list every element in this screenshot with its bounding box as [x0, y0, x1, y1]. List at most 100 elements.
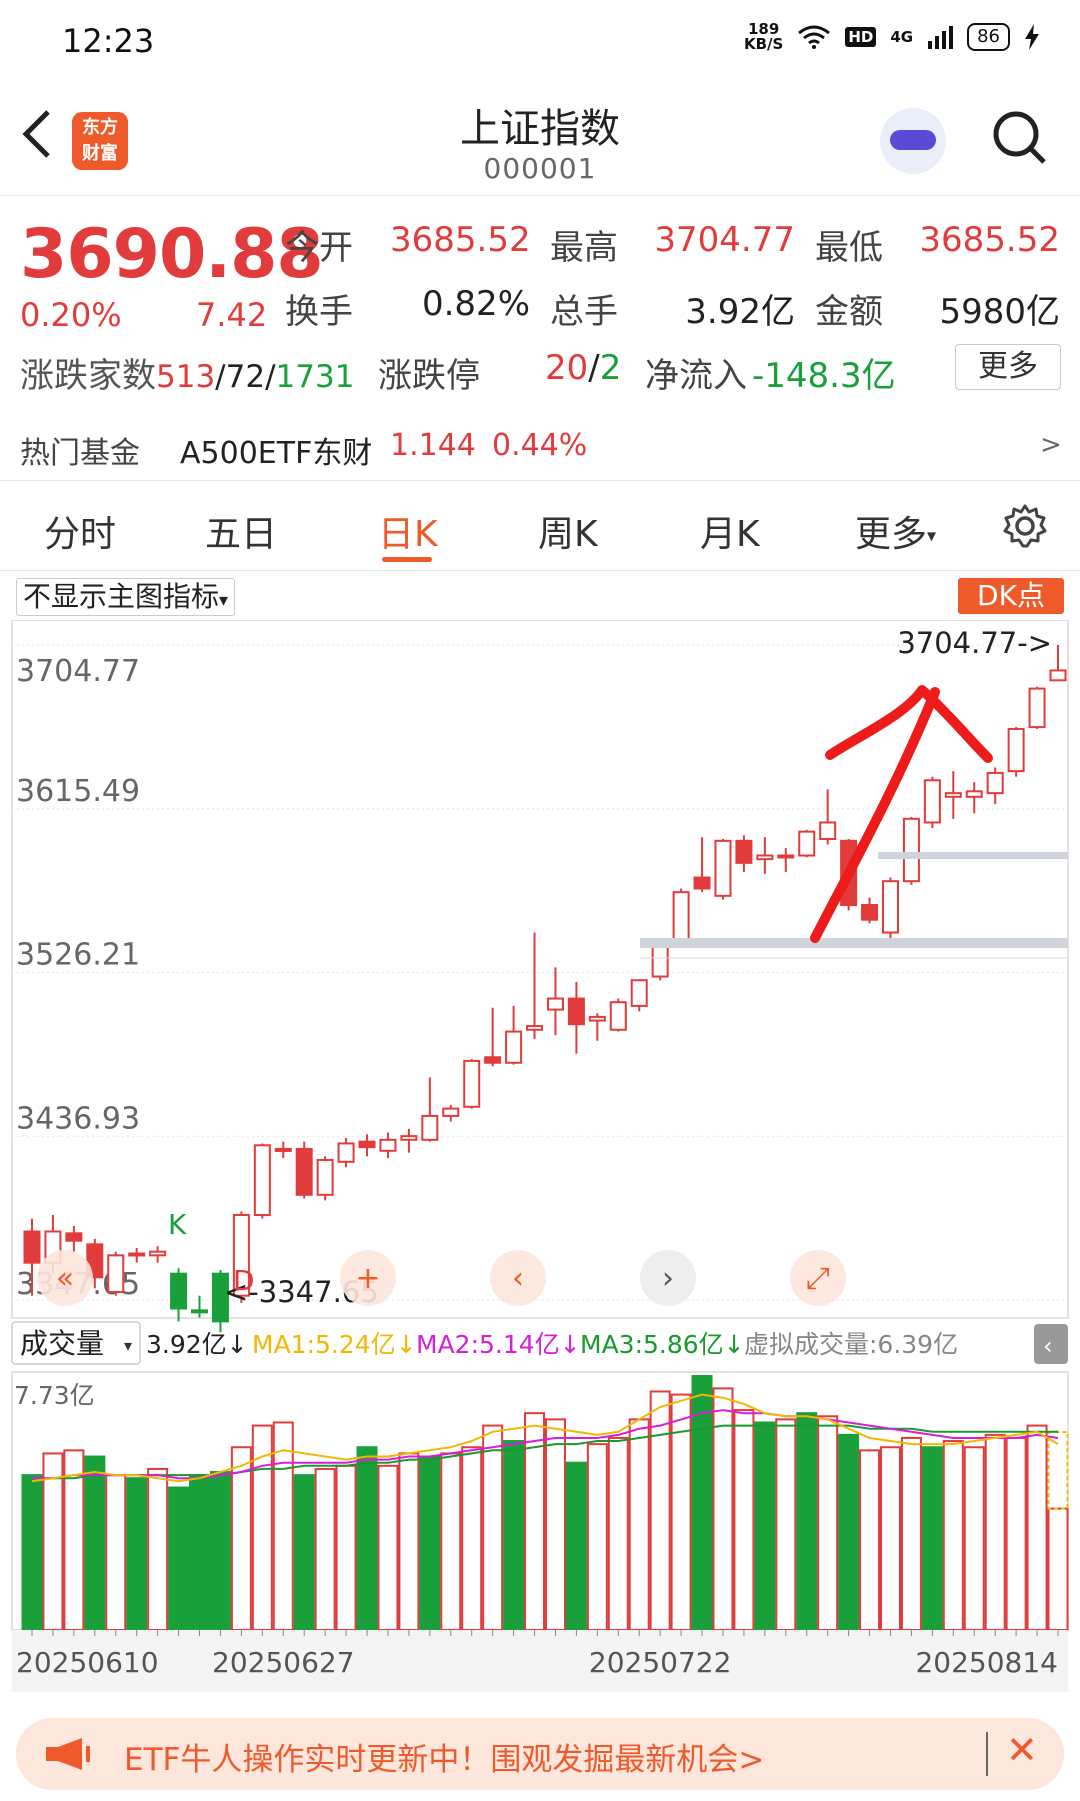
- tab-daily-k[interactable]: 日K: [378, 505, 438, 557]
- low-label: 最低: [815, 228, 883, 268]
- active-tab-indicator: [382, 557, 432, 562]
- candle-body: [379, 1138, 397, 1152]
- hot-fund-row[interactable]: 热门基金 A500ETF东财 1.144 0.44% >: [0, 420, 1080, 481]
- candle-body: [735, 839, 753, 864]
- candle-body: [881, 880, 899, 934]
- volume-bar: [293, 1474, 315, 1631]
- candle-body: [944, 792, 962, 798]
- volume-bar: [838, 1433, 860, 1631]
- chevron-right-icon: >: [1040, 430, 1062, 460]
- scroll-left-icon[interactable]: ‹: [512, 1261, 524, 1296]
- search-button[interactable]: [992, 110, 1046, 164]
- zoom-in-icon[interactable]: +: [355, 1261, 380, 1296]
- zoom-out-icon[interactable]: «: [56, 1261, 74, 1296]
- virtual-volume-legend: 虚拟成交量:6.39亿: [744, 1330, 958, 1359]
- candle-body: [253, 1144, 271, 1216]
- volume-bar: [440, 1452, 462, 1631]
- hot-fund-price: 1.144: [390, 428, 476, 463]
- volume-bar: [84, 1455, 106, 1631]
- candle-body: [986, 771, 1004, 795]
- volume-bar: [921, 1446, 943, 1631]
- candle-body: [400, 1135, 418, 1141]
- volume-bar: [900, 1436, 922, 1632]
- netflow-value: -148.3亿: [752, 356, 896, 396]
- tab-intraday[interactable]: 分时: [44, 505, 116, 557]
- high-value: 3704.77: [654, 220, 795, 260]
- kline-chart[interactable]: 3704.773615.493526.213436.933347.65 3704…: [0, 620, 1080, 1710]
- volume-ma2-legend: MA2:5.14亿↓: [416, 1330, 581, 1359]
- volume-indicator-label: 成交量: [20, 1327, 104, 1360]
- volume-bar: [754, 1421, 776, 1632]
- banner-text: ETF牛人操作实时更新中！围观发掘最新机会>: [124, 1742, 765, 1778]
- open-label: 今开: [285, 228, 353, 268]
- volume-bar: [607, 1436, 629, 1632]
- volume-bar: [209, 1471, 231, 1632]
- caret-down-icon: ▾: [927, 525, 937, 547]
- low-value: 3685.52: [919, 220, 1060, 260]
- app-header: 东方 财富 上证指数 000001: [0, 90, 1080, 196]
- candle-body: [107, 1254, 125, 1294]
- volume-bar: [21, 1474, 43, 1631]
- netflow-label: 净流入: [645, 356, 747, 396]
- network-type: 4G: [890, 28, 914, 46]
- candle-body: [798, 830, 816, 857]
- price-axis-label: 3436.93: [16, 1101, 140, 1136]
- candle-body: [295, 1147, 313, 1196]
- volume-bar: [314, 1467, 336, 1631]
- candle-body: [567, 997, 585, 1026]
- megaphone-icon: [46, 1738, 90, 1770]
- banner-close-button[interactable]: ✕: [1006, 1728, 1038, 1772]
- settings-button[interactable]: [1002, 503, 1048, 553]
- volume-bar: [503, 1440, 525, 1631]
- volume-bar: [733, 1409, 755, 1632]
- volume-bar: [147, 1467, 169, 1631]
- tab-five-day[interactable]: 五日: [205, 505, 277, 557]
- price-axis-label: 3615.49: [16, 774, 140, 809]
- volume-bar: [272, 1421, 294, 1632]
- volume-bar: [168, 1486, 190, 1632]
- change-value: 7.42: [196, 296, 268, 334]
- limit-label: 涨跌停: [378, 356, 480, 396]
- assistant-robot-icon[interactable]: [880, 108, 946, 174]
- volume-bar: [775, 1418, 797, 1631]
- fullscreen-icon[interactable]: ⤢: [806, 1261, 830, 1296]
- amount-value: 5980亿: [939, 292, 1060, 332]
- volume-ma3-legend: MA3:5.86亿↓: [580, 1330, 745, 1359]
- date-label: 20250722: [589, 1646, 732, 1679]
- scroll-right-icon[interactable]: ›: [662, 1261, 674, 1296]
- candle-body: [170, 1272, 188, 1310]
- candle-body: [546, 997, 564, 1011]
- candle-body: [714, 839, 732, 897]
- candle-body: [337, 1142, 355, 1163]
- open-value: 3685.52: [390, 220, 531, 260]
- candle-body: [861, 904, 879, 921]
- indicator-select[interactable]: 不显示主图指标▾: [16, 578, 236, 616]
- date-label: 20250627: [212, 1646, 355, 1679]
- charging-icon: [1025, 24, 1039, 50]
- more-quote-button[interactable]: 更多: [955, 344, 1061, 390]
- candle-body: [923, 779, 941, 824]
- volume-axis-max: 7.73亿: [14, 1381, 95, 1410]
- price-axis-label: 3526.21: [16, 938, 140, 973]
- volume-bar: [1026, 1424, 1048, 1631]
- candle-body: [65, 1232, 83, 1242]
- signal-icon: [928, 26, 954, 49]
- candle-body: [274, 1147, 292, 1152]
- status-bar: 12:23 189 KB/S HD 4G 86: [0, 0, 1080, 80]
- candle-body: [965, 790, 983, 798]
- tab-monthly-k[interactable]: 月K: [700, 505, 760, 557]
- turnover-value: 0.82%: [421, 284, 530, 324]
- tab-weekly-k[interactable]: 周K: [538, 505, 598, 557]
- candle-body: [421, 1114, 439, 1141]
- volume-bar: [335, 1464, 357, 1632]
- promo-banner[interactable]: ETF牛人操作实时更新中！围观发掘最新机会> ✕: [16, 1718, 1064, 1790]
- candle-body: [23, 1230, 41, 1264]
- chevron-left-icon: ‹: [1043, 1332, 1053, 1360]
- volume-bar: [1047, 1507, 1069, 1632]
- candle-body: [630, 979, 648, 1007]
- candle-body: [442, 1107, 460, 1117]
- change-percent: 0.20%: [20, 296, 122, 334]
- gear-icon: [1003, 504, 1047, 548]
- dk-point-button[interactable]: DK点: [958, 578, 1064, 614]
- tab-more[interactable]: 更多▾: [855, 505, 936, 557]
